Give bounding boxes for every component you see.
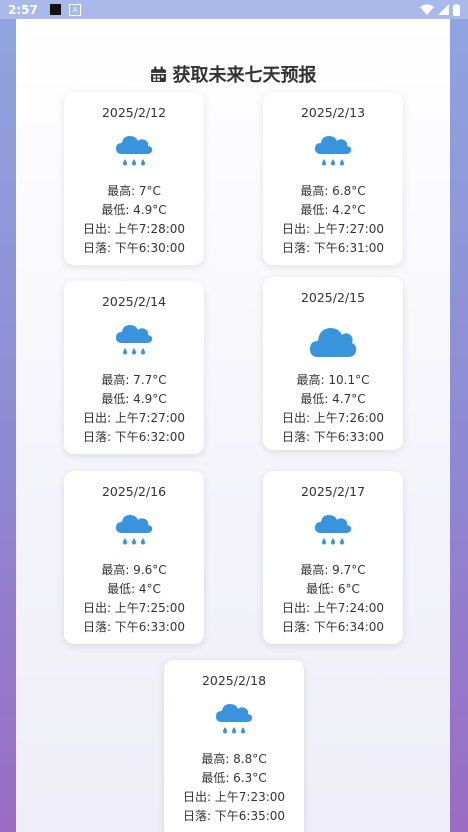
high-temp: 最高: 9.6°C	[101, 563, 167, 577]
forecast-date: 2025/2/17	[300, 484, 366, 499]
page-header: 获取未来七天预报	[16, 61, 450, 87]
forecast-date: 2025/2/18	[201, 673, 267, 688]
sunset-time: 日落: 下午6:32:00	[82, 430, 186, 444]
sunset-time: 日落: 下午6:31:00	[281, 241, 385, 255]
forecast-card: 2025/2/15 最高: 10.1°C 最低: 4.7°C 日出: 上午7:2…	[263, 277, 403, 450]
sunset-time: 日落: 下午6:33:00	[281, 430, 385, 444]
notification-icon	[49, 4, 61, 15]
high-temp: 最高: 10.1°C	[296, 373, 370, 387]
high-temp: 最高: 8.8°C	[201, 752, 267, 766]
low-temp: 最低: 6.3°C	[201, 771, 267, 785]
signal-icon	[438, 4, 449, 15]
forecast-panel: 获取未来七天预报 2025/2/12 最高: 7°C 最低: 4.9°C 日出:…	[16, 19, 450, 832]
low-temp: 最低: 6°C	[306, 582, 360, 596]
sunrise-time: 日出: 上午7:26:00	[281, 411, 385, 425]
app-notification-icon: A	[68, 3, 81, 16]
page-title: 获取未来七天预报	[172, 65, 317, 86]
rain-cloud-icon	[116, 515, 153, 545]
low-temp: 最低: 4°C	[107, 582, 161, 596]
sunrise-time: 日出: 上午7:28:00	[82, 222, 186, 236]
forecast-card: 2025/2/17 最高: 9.7°C 最低: 6°C 日出: 上午7:24:0…	[263, 471, 403, 644]
low-temp: 最低: 4.2°C	[300, 203, 366, 217]
forecast-date: 2025/2/16	[101, 484, 167, 499]
forecast-card: 2025/2/14 最高: 7.7°C 最低: 4.9°C 日出: 上午7:27…	[64, 281, 204, 454]
rain-cloud-icon	[315, 136, 352, 166]
forecast-card: 2025/2/13 最高: 6.8°C 最低: 4.2°C 日出: 上午7:27…	[263, 92, 403, 265]
high-temp: 最高: 7.7°C	[101, 373, 167, 387]
high-temp: 最高: 7°C	[107, 184, 161, 198]
high-temp: 最高: 9.7°C	[300, 563, 366, 577]
sunrise-time: 日出: 上午7:24:00	[281, 601, 385, 615]
forecast-date: 2025/2/12	[101, 105, 167, 120]
calendar-icon	[150, 66, 166, 82]
sunrise-time: 日出: 上午7:25:00	[82, 601, 186, 615]
wifi-icon	[420, 4, 434, 15]
sunset-time: 日落: 下午6:30:00	[82, 241, 186, 255]
forecast-date: 2025/2/13	[300, 105, 366, 120]
forecast-date: 2025/2/14	[101, 294, 167, 309]
sunset-time: 日落: 下午6:33:00	[82, 620, 186, 634]
forecast-card: 2025/2/16 最高: 9.6°C 最低: 4°C 日出: 上午7:25:0…	[64, 471, 204, 644]
status-bar: 2:57 A	[0, 0, 468, 19]
battery-icon	[453, 3, 460, 16]
low-temp: 最低: 4.9°C	[101, 392, 167, 406]
sunrise-time: 日出: 上午7:27:00	[82, 411, 186, 425]
sunrise-time: 日出: 上午7:23:00	[182, 790, 286, 804]
low-temp: 最低: 4.9°C	[101, 203, 167, 217]
high-temp: 最高: 6.8°C	[300, 184, 366, 198]
cloud-icon	[310, 328, 357, 357]
sunset-time: 日落: 下午6:34:00	[281, 620, 385, 634]
rain-cloud-icon	[216, 704, 253, 734]
sunrise-time: 日出: 上午7:27:00	[281, 222, 385, 236]
rain-cloud-icon	[315, 515, 352, 545]
forecast-date: 2025/2/15	[300, 290, 366, 305]
forecast-card: 2025/2/18 最高: 8.8°C 最低: 6.3°C 日出: 上午7:23…	[164, 660, 304, 832]
rain-cloud-icon	[116, 136, 153, 166]
sunset-time: 日落: 下午6:35:00	[182, 809, 286, 823]
status-time: 2:57	[8, 2, 38, 17]
low-temp: 最低: 4.7°C	[300, 392, 366, 406]
forecast-card: 2025/2/12 最高: 7°C 最低: 4.9°C 日出: 上午7:28:0…	[64, 92, 204, 265]
rain-cloud-icon	[116, 325, 153, 355]
